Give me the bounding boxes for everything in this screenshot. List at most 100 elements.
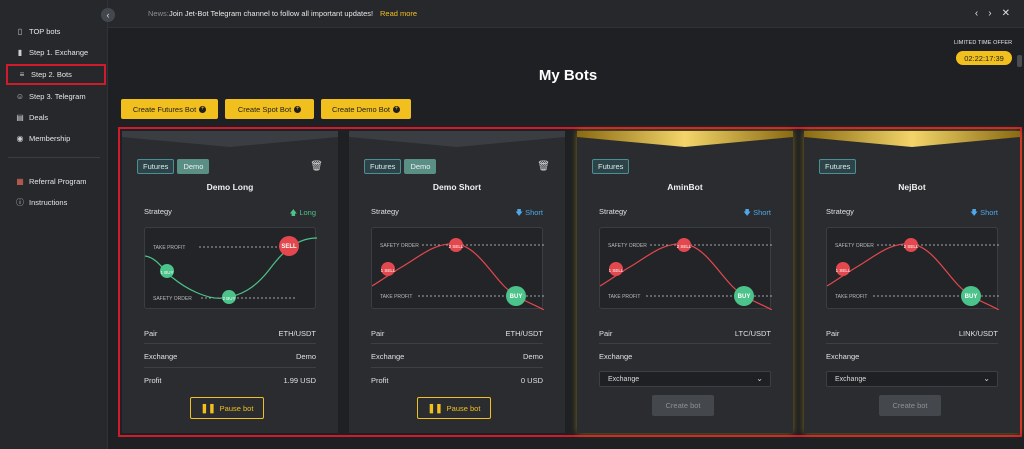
create-bot-button[interactable]: Create bot xyxy=(879,395,941,416)
bot-card-nejbot: Futures NejBot Strategy 🡇 Short SAFETY O… xyxy=(804,131,1020,433)
exchange-select[interactable]: Exchange ⌄ xyxy=(599,371,771,387)
chart-line-label: TAKE PROFIT xyxy=(380,294,412,300)
chevron-left-icon[interactable]: ‹ xyxy=(975,8,978,19)
scrollbar-thumb[interactable] xyxy=(1017,55,1022,67)
arrow-down-icon: 🡇 xyxy=(970,208,981,217)
sidebar-item-top-bots[interactable]: ▯ TOP bots xyxy=(6,22,106,40)
card-header-shape xyxy=(122,131,338,147)
pause-bot-button[interactable]: ❚❚ Pause bot xyxy=(417,397,491,419)
pause-icon: ❚❚ xyxy=(200,402,216,413)
create-futures-bot-button[interactable]: Create Futures Bot + xyxy=(121,99,218,119)
profit-value: 1.99 USD xyxy=(283,376,316,385)
sliders-icon: ≡ xyxy=(19,70,25,79)
bar-chart-icon: ▮ xyxy=(17,47,23,57)
pause-bot-button[interactable]: ❚❚ Pause bot xyxy=(190,397,264,419)
chevron-left-icon: ‹ xyxy=(106,10,110,20)
sidebar-item-label: Step 3. Telegram xyxy=(29,91,86,101)
strategy-chart-svg: SAFETY ORDER TAKE PROFIT 1 SELL 2 SELL B… xyxy=(600,238,772,310)
sidebar-item-bots[interactable]: ≡ Step 2. Bots xyxy=(6,64,106,85)
create-spot-bot-button[interactable]: Create Spot Bot + xyxy=(225,99,314,119)
news-bar: News: Join Jet-Bot Telegram channel to f… xyxy=(108,0,1024,28)
sidebar-item-membership[interactable]: ◉ Membership xyxy=(6,129,106,147)
news-navigation: ‹ › ✕ xyxy=(975,8,1010,19)
strategy-direction: Short xyxy=(753,208,771,217)
sidebar-item-referral[interactable]: ▦ Referral Program xyxy=(6,172,106,190)
demo-tag: Demo xyxy=(177,159,210,174)
exchange-label: Exchange xyxy=(826,352,860,361)
marker-sell-2: 2 SELL xyxy=(449,244,464,249)
close-icon[interactable]: ✕ xyxy=(1002,8,1010,19)
sidebar-item-telegram[interactable]: ☺ Step 3. Telegram xyxy=(6,87,106,105)
document-icon: ▤ xyxy=(16,112,24,122)
strategy-value: 🡅 Long xyxy=(290,207,316,220)
create-bot-button[interactable]: Create bot xyxy=(652,395,714,416)
demo-tag: Demo xyxy=(404,159,437,174)
trash-icon[interactable]: 🗑 xyxy=(537,161,550,172)
strategy-chart: SAFETY ORDER TAKE PROFIT 1 SELL 2 SELL B… xyxy=(599,227,772,310)
marker-sell-2: 2 SELL xyxy=(677,244,692,249)
marker-buy: BUY xyxy=(510,294,523,300)
offer-countdown[interactable]: 02:22:17:39 xyxy=(956,51,1012,65)
pair-value: ETH/USDT xyxy=(505,329,544,338)
strategy-label: Strategy xyxy=(144,207,172,216)
divider xyxy=(371,367,543,368)
strategy-value: 🡇 Short xyxy=(743,207,771,220)
sidebar-item-deals[interactable]: ▤ Deals xyxy=(6,108,106,126)
marker-sell-2: 2 SELL xyxy=(904,244,919,249)
futures-tag: Futures xyxy=(592,159,630,174)
futures-tag: Futures xyxy=(364,159,402,174)
exchange-value: Demo xyxy=(522,352,543,361)
sidebar-item-label: TOP bots xyxy=(29,26,61,36)
pair-label: Pair xyxy=(371,329,385,338)
collapse-sidebar-button[interactable]: ‹ xyxy=(101,8,115,22)
bot-card-aminbot: Futures AminBot Strategy 🡇 Short SAFETY … xyxy=(577,131,793,433)
button-label: Pause bot xyxy=(219,403,254,413)
news-label: News: xyxy=(148,9,169,18)
chevron-right-icon[interactable]: › xyxy=(988,8,991,19)
sidebar-item-label: Membership xyxy=(29,133,71,143)
bot-name: Demo Long xyxy=(206,182,254,192)
marker-buy-2: 2 BUY xyxy=(222,296,235,301)
chart-line-label: TAKE PROFIT xyxy=(608,294,640,300)
trash-icon[interactable]: 🗑 xyxy=(310,161,323,172)
pair-label: Pair xyxy=(826,329,840,338)
exchange-select[interactable]: Exchange ⌄ xyxy=(826,371,998,387)
sidebar: ▯ TOP bots ▮ Step 1. Exchange ≡ Step 2. … xyxy=(0,0,108,449)
read-more-link[interactable]: Read more xyxy=(380,9,417,18)
marker-sell: SELL xyxy=(281,244,297,250)
divider xyxy=(144,367,316,368)
strategy-chart: SAFETY ORDER TAKE PROFIT 1 SELL 2 SELL B… xyxy=(826,227,999,310)
divider xyxy=(371,343,543,344)
strategy-direction: Short xyxy=(980,208,998,217)
chart-line-label: SAFETY ORDER xyxy=(608,243,647,249)
exchange-label: Exchange xyxy=(371,352,405,361)
strategy-label: Strategy xyxy=(599,207,627,216)
button-label: Pause bot xyxy=(446,403,481,413)
bot-tags: Futures Demo xyxy=(364,159,437,174)
card-header-shape xyxy=(577,131,793,147)
sidebar-item-instructions[interactable]: ⓘ Instructions xyxy=(6,193,106,211)
marker-buy-1: 1 BUY xyxy=(160,270,173,275)
chart-line-label: SAFETY ORDER xyxy=(380,243,419,249)
sidebar-item-label: Instructions xyxy=(29,197,68,207)
sidebar-item-exchange[interactable]: ▮ Step 1. Exchange xyxy=(6,43,106,61)
marker-sell-1: 1 SELL xyxy=(609,268,624,273)
create-demo-bot-button[interactable]: Create Demo Bot + xyxy=(321,99,411,119)
strategy-label: Strategy xyxy=(826,207,854,216)
marker-buy: BUY xyxy=(738,294,751,300)
card-header-shape xyxy=(804,131,1020,147)
page-title: My Bots xyxy=(538,67,598,84)
bot-name: Demo Short xyxy=(432,182,482,192)
exchange-label: Exchange xyxy=(144,352,178,361)
plus-icon: + xyxy=(294,105,302,113)
button-label: Create Spot Bot xyxy=(237,104,292,114)
sidebar-item-label: Deals xyxy=(29,112,49,122)
sidebar-item-label: Referral Program xyxy=(29,176,87,186)
bot-name: AminBot xyxy=(667,182,703,192)
chevron-down-icon: ⌄ xyxy=(756,374,763,383)
exchange-value: Demo xyxy=(295,352,316,361)
exchange-select-value: Exchange xyxy=(835,375,867,383)
mobile-icon: ▯ xyxy=(17,26,23,36)
pause-icon: ❚❚ xyxy=(427,402,443,413)
sidebar-item-label: Step 2. Bots xyxy=(31,70,72,79)
